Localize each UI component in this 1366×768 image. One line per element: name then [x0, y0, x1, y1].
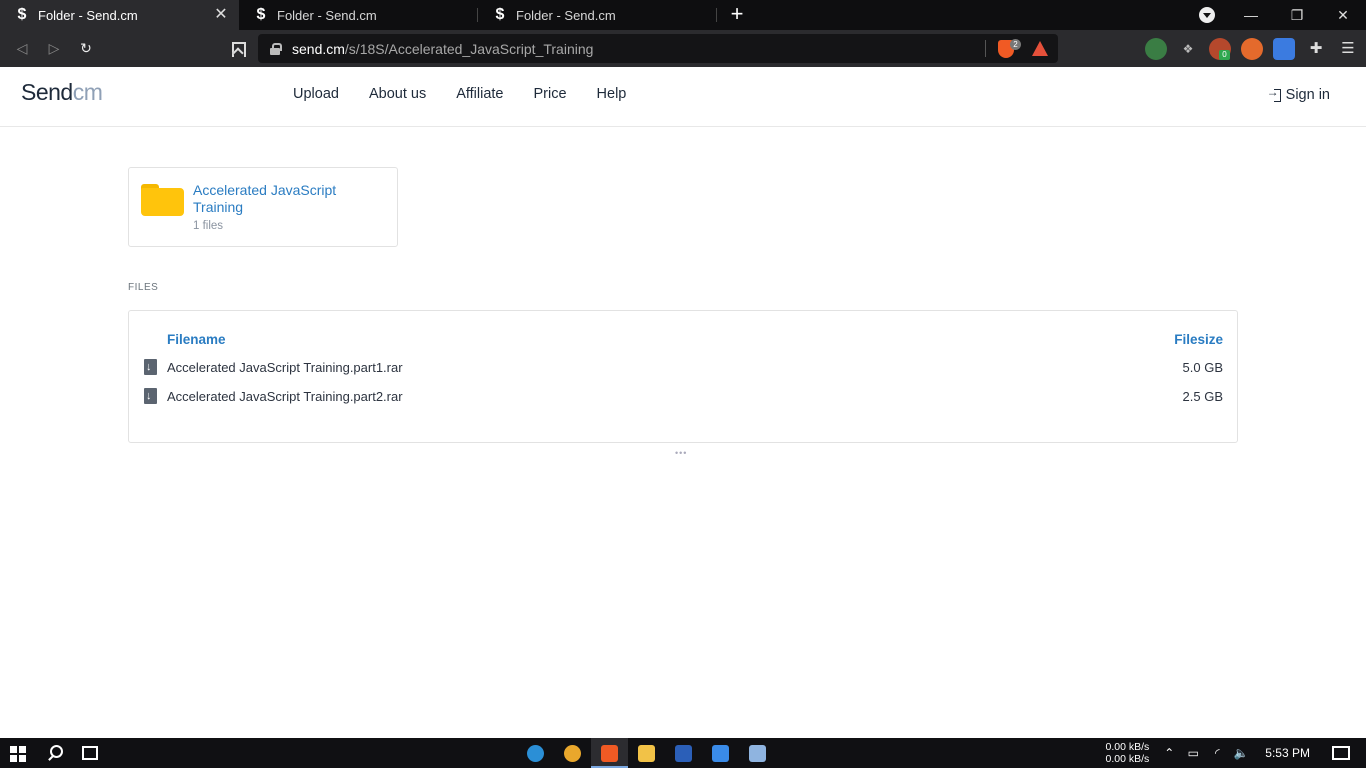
taskbar-clock[interactable]: 5:53 PM [1265, 746, 1310, 760]
address-bar[interactable]: send.cm/s/18S/Accelerated_JavaScript_Tra… [258, 34, 1058, 63]
paw-extension-icon[interactable]: ❖ [1177, 38, 1199, 60]
table-row[interactable]: Accelerated JavaScript Training.part2.ra… [129, 387, 1237, 409]
wifi-icon[interactable]: ◜ [1208, 746, 1226, 760]
nav-price[interactable]: Price [534, 86, 567, 102]
file-download-icon[interactable] [144, 359, 157, 375]
file-download-icon[interactable] [144, 388, 157, 404]
main-nav: Upload About us Affiliate Price Help [293, 86, 656, 102]
word-icon[interactable] [665, 738, 702, 768]
nav-affiliate[interactable]: Affiliate [456, 86, 503, 102]
sendcm-favicon-icon: $ [495, 6, 505, 23]
lock-icon[interactable] [270, 42, 282, 55]
notifications-icon[interactable] [1332, 746, 1350, 760]
tab-title: Folder - Send.cm [277, 7, 377, 23]
edge-icon[interactable] [517, 738, 554, 768]
filename-column-header[interactable]: Filename [167, 332, 226, 347]
windows-start-icon[interactable] [10, 746, 26, 762]
brave-icon[interactable] [591, 738, 628, 768]
url-path: /s/18S/Accelerated_JavaScript_Training [344, 40, 594, 57]
bookmark-icon[interactable] [226, 30, 248, 67]
sign-in-icon [1267, 85, 1282, 102]
task-view-icon[interactable] [82, 746, 98, 760]
logo-send: Send [21, 79, 73, 105]
shield-count-badge: 2 [1010, 39, 1021, 50]
files-table: Filename Filesize Accelerated JavaScript… [128, 310, 1238, 443]
battery-icon[interactable]: ▭ [1184, 746, 1202, 760]
file-explorer-icon[interactable] [628, 738, 665, 768]
show-hidden-icons-icon[interactable]: ⌃ [1160, 746, 1178, 760]
folder-icon [141, 184, 184, 216]
net-download-speed: 0.00 kB/s [1105, 753, 1150, 765]
logo-cm: cm [72, 79, 103, 105]
close-tab-icon[interactable]: ✕ [213, 7, 229, 23]
volume-icon[interactable]: 🔈 [1232, 746, 1250, 760]
sign-in-link[interactable]: Sign in [1267, 85, 1330, 103]
vpn-globe-icon[interactable] [1145, 37, 1167, 60]
puzzle-extensions-icon[interactable]: ✚ [1305, 38, 1327, 60]
system-tray: 0.00 kB/s 0.00 kB/s ⌃ ▭ ◜ 🔈 5:53 PM [1106, 738, 1366, 768]
reload-button[interactable]: ↻ [70, 30, 102, 67]
urlbar-divider [985, 40, 986, 57]
filesize-column-header[interactable]: Filesize [1174, 332, 1223, 347]
ublock-badge: 0 [1219, 49, 1230, 60]
new-tab-button[interactable]: + [717, 0, 757, 30]
menu-icon[interactable]: ☰ [1337, 38, 1359, 60]
tab-search-icon[interactable] [1199, 7, 1215, 23]
search-icon[interactable] [47, 745, 63, 761]
chrome-icon[interactable] [554, 738, 591, 768]
loading-dots-icon: ••• [675, 448, 688, 458]
net-upload-speed: 0.00 kB/s [1105, 741, 1150, 753]
todo-icon[interactable] [702, 738, 739, 768]
sendcm-logo[interactable]: Sendcm [21, 79, 103, 106]
file-size: 5.0 GB [1182, 360, 1223, 375]
sign-in-label: Sign in [1285, 87, 1330, 103]
tab-folder-sendcm-1[interactable]: $ Folder - Send.cm ✕ [0, 0, 239, 30]
nav-about-us[interactable]: About us [369, 86, 426, 102]
pinned-apps [517, 738, 776, 768]
browser-tab-strip: $ Folder - Send.cm ✕ $ Folder - Send.cm … [0, 0, 1366, 30]
tab-title: Folder - Send.cm [516, 7, 616, 23]
file-name-link[interactable]: Accelerated JavaScript Training.part1.ra… [167, 360, 403, 375]
translate-icon[interactable] [1273, 37, 1295, 60]
site-header: Sendcm Upload About us Affiliate Price H… [0, 67, 1366, 127]
sendcm-favicon-icon: $ [17, 6, 27, 23]
refresh-extension-icon[interactable] [1241, 37, 1263, 60]
file-name-link[interactable]: Accelerated JavaScript Training.part2.ra… [167, 389, 403, 404]
forward-button[interactable]: ▷ [38, 30, 70, 67]
nav-help[interactable]: Help [597, 86, 627, 102]
sendcm-favicon-icon: $ [256, 6, 266, 23]
windows-taskbar: 0.00 kB/s 0.00 kB/s ⌃ ▭ ◜ 🔈 5:53 PM [0, 738, 1366, 768]
back-button[interactable]: ◁ [6, 30, 38, 67]
tab-divider [716, 8, 717, 22]
browser-toolbar: ◁ ▷ ↻ send.cm/s/18S/Accelerated_JavaScri… [0, 30, 1366, 67]
table-row[interactable]: Accelerated JavaScript Training.part1.ra… [129, 358, 1237, 380]
tab-folder-sendcm-2[interactable]: $ Folder - Send.cm [239, 0, 478, 30]
brave-rewards-icon[interactable] [1032, 41, 1048, 56]
tab-title: Folder - Send.cm [38, 7, 138, 23]
tab-folder-sendcm-3[interactable]: $ Folder - Send.cm [478, 0, 717, 30]
restore-button[interactable]: ❐ [1274, 0, 1320, 30]
file-size: 2.5 GB [1182, 389, 1223, 404]
window-controls: — ❐ ✕ [1228, 0, 1366, 30]
network-speed: 0.00 kB/s 0.00 kB/s [1106, 741, 1150, 765]
url-host: send.cm [292, 40, 345, 57]
folder-name-link[interactable]: Accelerated JavaScript Training [193, 182, 383, 216]
files-section-label: FILES [128, 282, 159, 293]
notepad-icon[interactable] [739, 738, 776, 768]
close-window-button[interactable]: ✕ [1320, 0, 1366, 30]
nav-upload[interactable]: Upload [293, 86, 339, 102]
extension-icons: ❖ 0 ✚ ☰ [1140, 30, 1364, 67]
folder-file-count: 1 files [193, 220, 224, 232]
folder-card[interactable]: Accelerated JavaScript Training 1 files [128, 167, 398, 247]
minimize-button[interactable]: — [1228, 0, 1274, 30]
ublock-icon[interactable]: 0 [1209, 37, 1231, 60]
